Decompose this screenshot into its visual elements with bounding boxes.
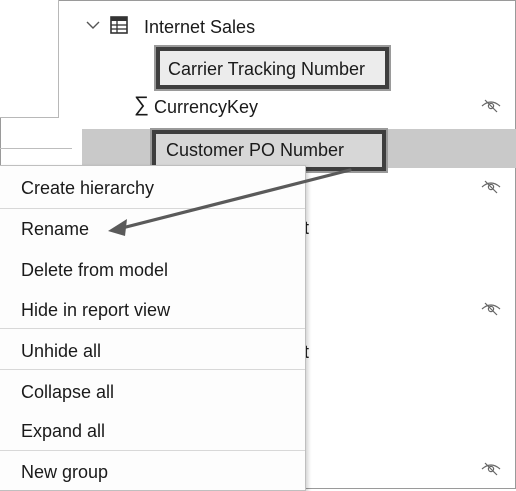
menu-item-create-hierarchy[interactable]: Create hierarchy — [0, 168, 305, 206]
field-row-currencykey[interactable]: ∑ CurrencyKey — [0, 88, 516, 126]
table-icon — [110, 16, 128, 34]
menu-item-unhide-all[interactable]: Unhide all — [0, 331, 305, 369]
menu-item-label: Create hierarchy — [21, 178, 155, 198]
menu-item-expand-all[interactable]: Expand all — [0, 411, 305, 449]
menu-divider — [0, 328, 305, 329]
menu-item-label: Collapse all — [21, 382, 115, 402]
menu-item-label: Expand all — [21, 421, 106, 441]
eye-hidden-icon[interactable] — [481, 99, 501, 113]
eye-hidden-icon[interactable] — [481, 302, 501, 316]
menu-item-delete-from-model[interactable]: Delete from model — [0, 250, 305, 288]
sigma-icon: ∑ — [134, 93, 149, 116]
eye-hidden-icon[interactable] — [481, 180, 501, 194]
menu-divider — [0, 450, 305, 451]
table-row-internet-sales[interactable]: Internet Sales — [0, 7, 516, 45]
field-row-carrier-tracking-number[interactable]: Carrier Tracking Number — [0, 47, 516, 85]
menu-item-collapse-all[interactable]: Collapse all — [0, 372, 305, 410]
menu-item-label: Delete from model — [21, 260, 169, 280]
menu-item-rename[interactable]: Rename — [0, 209, 305, 247]
menu-item-new-group[interactable]: New group — [0, 452, 305, 490]
menu-item-label: New group — [21, 462, 109, 482]
field-label: CurrencyKey — [154, 97, 259, 117]
menu-item-hide-in-report-view[interactable]: Hide in report view — [0, 290, 305, 328]
eye-hidden-icon[interactable] — [481, 462, 501, 476]
field-row-customer-po-number[interactable]: Customer PO Number — [0, 129, 516, 167]
context-menu: Create hierarchy Rename Delete from mode… — [0, 165, 306, 491]
menu-divider — [0, 369, 305, 370]
field-label: Carrier Tracking Number — [168, 59, 366, 79]
menu-item-label: Hide in report view — [21, 300, 171, 320]
menu-item-label: Unhide all — [21, 341, 102, 361]
table-name: Internet Sales — [144, 17, 256, 37]
field-label: Customer PO Number — [166, 140, 345, 160]
chevron-down-icon[interactable] — [86, 18, 100, 32]
menu-item-label: Rename — [21, 219, 90, 239]
